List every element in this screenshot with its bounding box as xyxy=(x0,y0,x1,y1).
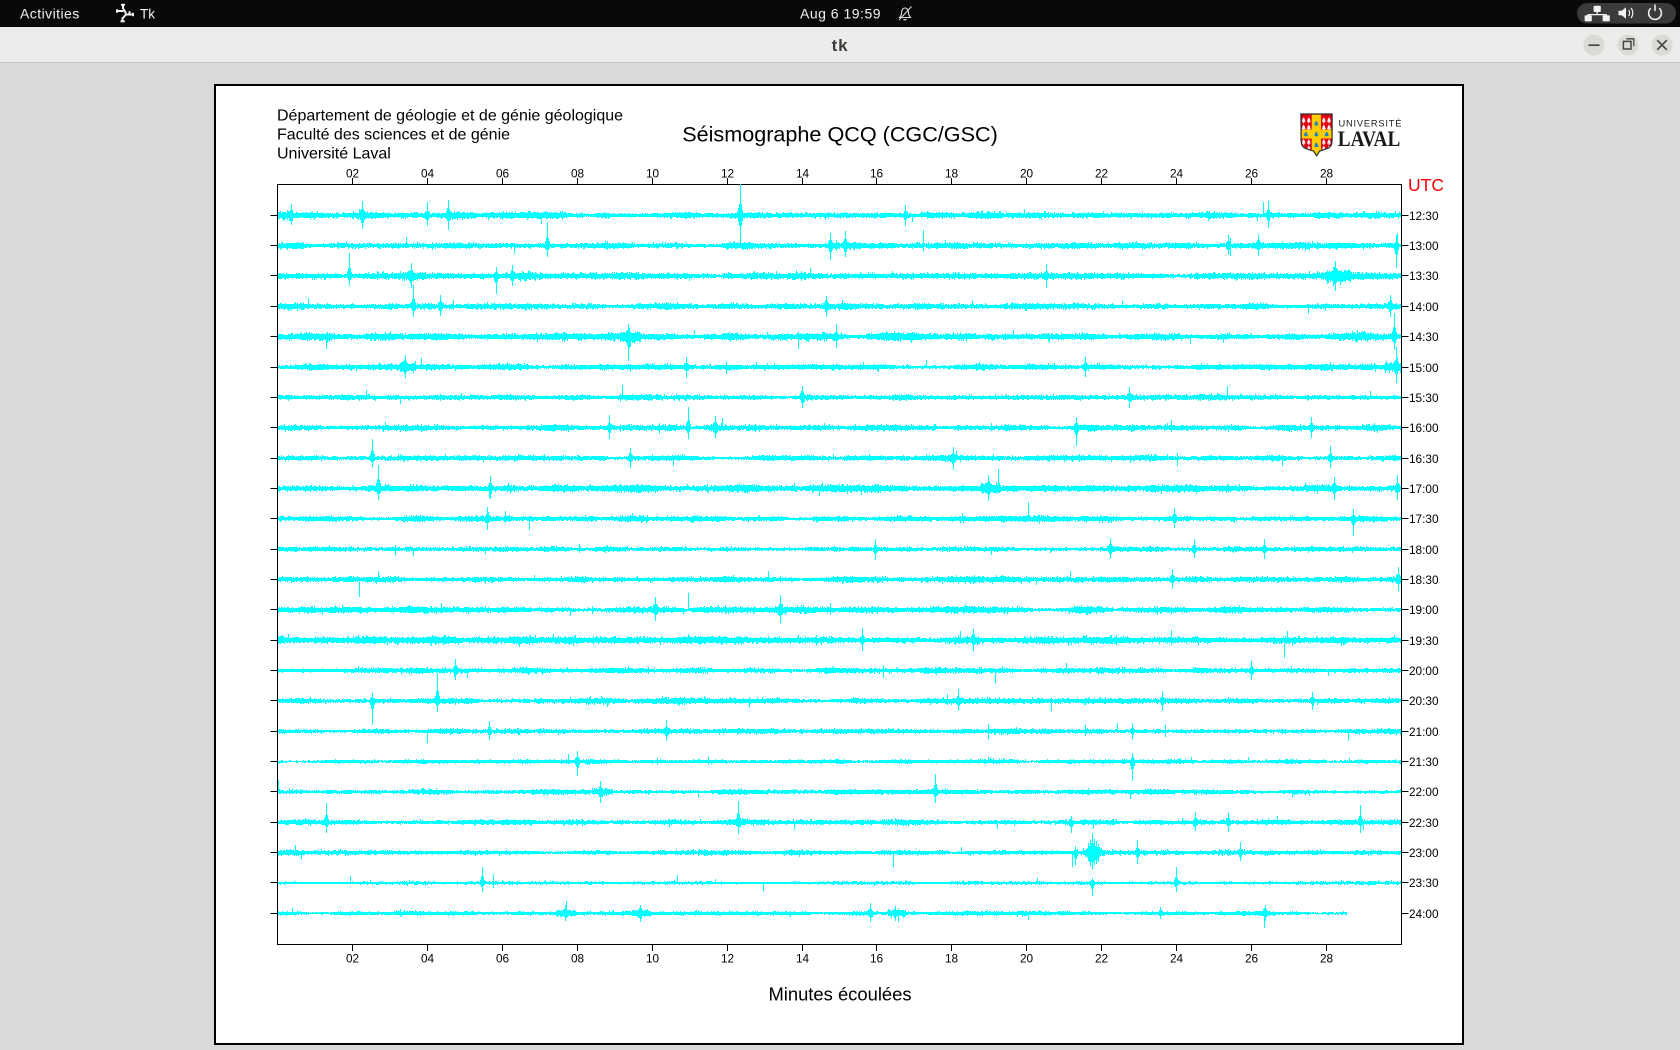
svg-text:Département de géologie et de: Département de géologie et de génie géol… xyxy=(277,108,623,125)
svg-text:16: 16 xyxy=(870,952,884,966)
svg-text:17:00: 17:00 xyxy=(1409,482,1439,496)
svg-text:Université Laval: Université Laval xyxy=(277,146,391,163)
svg-text:UTC: UTC xyxy=(1408,175,1444,195)
svg-text:Minutes écoulées: Minutes écoulées xyxy=(768,984,911,1005)
svg-text:15:00: 15:00 xyxy=(1409,361,1439,375)
svg-text:04: 04 xyxy=(421,167,435,181)
svg-text:24: 24 xyxy=(1170,167,1184,181)
svg-text:06: 06 xyxy=(496,167,510,181)
svg-text:28: 28 xyxy=(1320,167,1334,181)
svg-text:17:30: 17:30 xyxy=(1409,512,1439,526)
svg-text:08: 08 xyxy=(571,952,585,966)
svg-text:02: 02 xyxy=(346,952,359,966)
svg-text:23:00: 23:00 xyxy=(1409,846,1439,860)
svg-text:20: 20 xyxy=(1020,167,1034,181)
svg-text:12: 12 xyxy=(721,167,734,181)
svg-text:22: 22 xyxy=(1095,167,1108,181)
svg-text:16:00: 16:00 xyxy=(1409,421,1439,435)
svg-text:21:30: 21:30 xyxy=(1409,755,1439,769)
svg-text:20:30: 20:30 xyxy=(1409,694,1439,708)
svg-text:08: 08 xyxy=(571,167,585,181)
svg-text:22:00: 22:00 xyxy=(1409,785,1439,799)
svg-text:24:00: 24:00 xyxy=(1409,907,1439,921)
svg-text:10: 10 xyxy=(646,167,660,181)
svg-text:15:30: 15:30 xyxy=(1409,391,1439,405)
svg-text:20: 20 xyxy=(1020,952,1034,966)
svg-text:18:30: 18:30 xyxy=(1409,573,1439,587)
svg-text:12: 12 xyxy=(721,952,734,966)
svg-text:19:30: 19:30 xyxy=(1409,634,1439,648)
svg-text:14: 14 xyxy=(796,167,810,181)
svg-text:06: 06 xyxy=(496,952,510,966)
svg-text:16: 16 xyxy=(870,167,884,181)
svg-text:14:00: 14:00 xyxy=(1409,300,1439,314)
svg-text:02: 02 xyxy=(346,167,359,181)
svg-text:Aug 6 19:59: Aug 6 19:59 xyxy=(800,6,881,22)
svg-text:22:30: 22:30 xyxy=(1409,816,1439,830)
svg-text:Séismographe QCQ (CGC/GSC): Séismographe QCQ (CGC/GSC) xyxy=(682,122,998,147)
svg-text:13:30: 13:30 xyxy=(1409,269,1439,283)
svg-text:18: 18 xyxy=(945,167,959,181)
svg-text:24: 24 xyxy=(1170,952,1184,966)
svg-text:04: 04 xyxy=(421,952,435,966)
svg-text:26: 26 xyxy=(1245,952,1259,966)
svg-text:20:00: 20:00 xyxy=(1409,664,1439,678)
svg-text:Activities: Activities xyxy=(20,6,80,22)
svg-text:18:00: 18:00 xyxy=(1409,543,1439,557)
svg-text:12:30: 12:30 xyxy=(1409,209,1439,223)
svg-text:LAVAL: LAVAL xyxy=(1338,126,1401,151)
svg-text:Faculté des sciences et de gén: Faculté des sciences et de génie xyxy=(277,127,510,144)
svg-text:21:00: 21:00 xyxy=(1409,725,1439,739)
svg-text:19:00: 19:00 xyxy=(1409,603,1439,617)
svg-text:16:30: 16:30 xyxy=(1409,452,1439,466)
svg-text:14:30: 14:30 xyxy=(1409,330,1439,344)
svg-text:13:00: 13:00 xyxy=(1409,239,1439,253)
svg-text:10: 10 xyxy=(646,952,660,966)
svg-text:Tk: Tk xyxy=(140,7,155,22)
svg-text:14: 14 xyxy=(796,952,810,966)
svg-text:tk: tk xyxy=(832,36,849,55)
svg-text:22: 22 xyxy=(1095,952,1108,966)
svg-text:23:30: 23:30 xyxy=(1409,876,1439,890)
svg-text:18: 18 xyxy=(945,952,959,966)
svg-text:26: 26 xyxy=(1245,167,1259,181)
svg-text:28: 28 xyxy=(1320,952,1334,966)
